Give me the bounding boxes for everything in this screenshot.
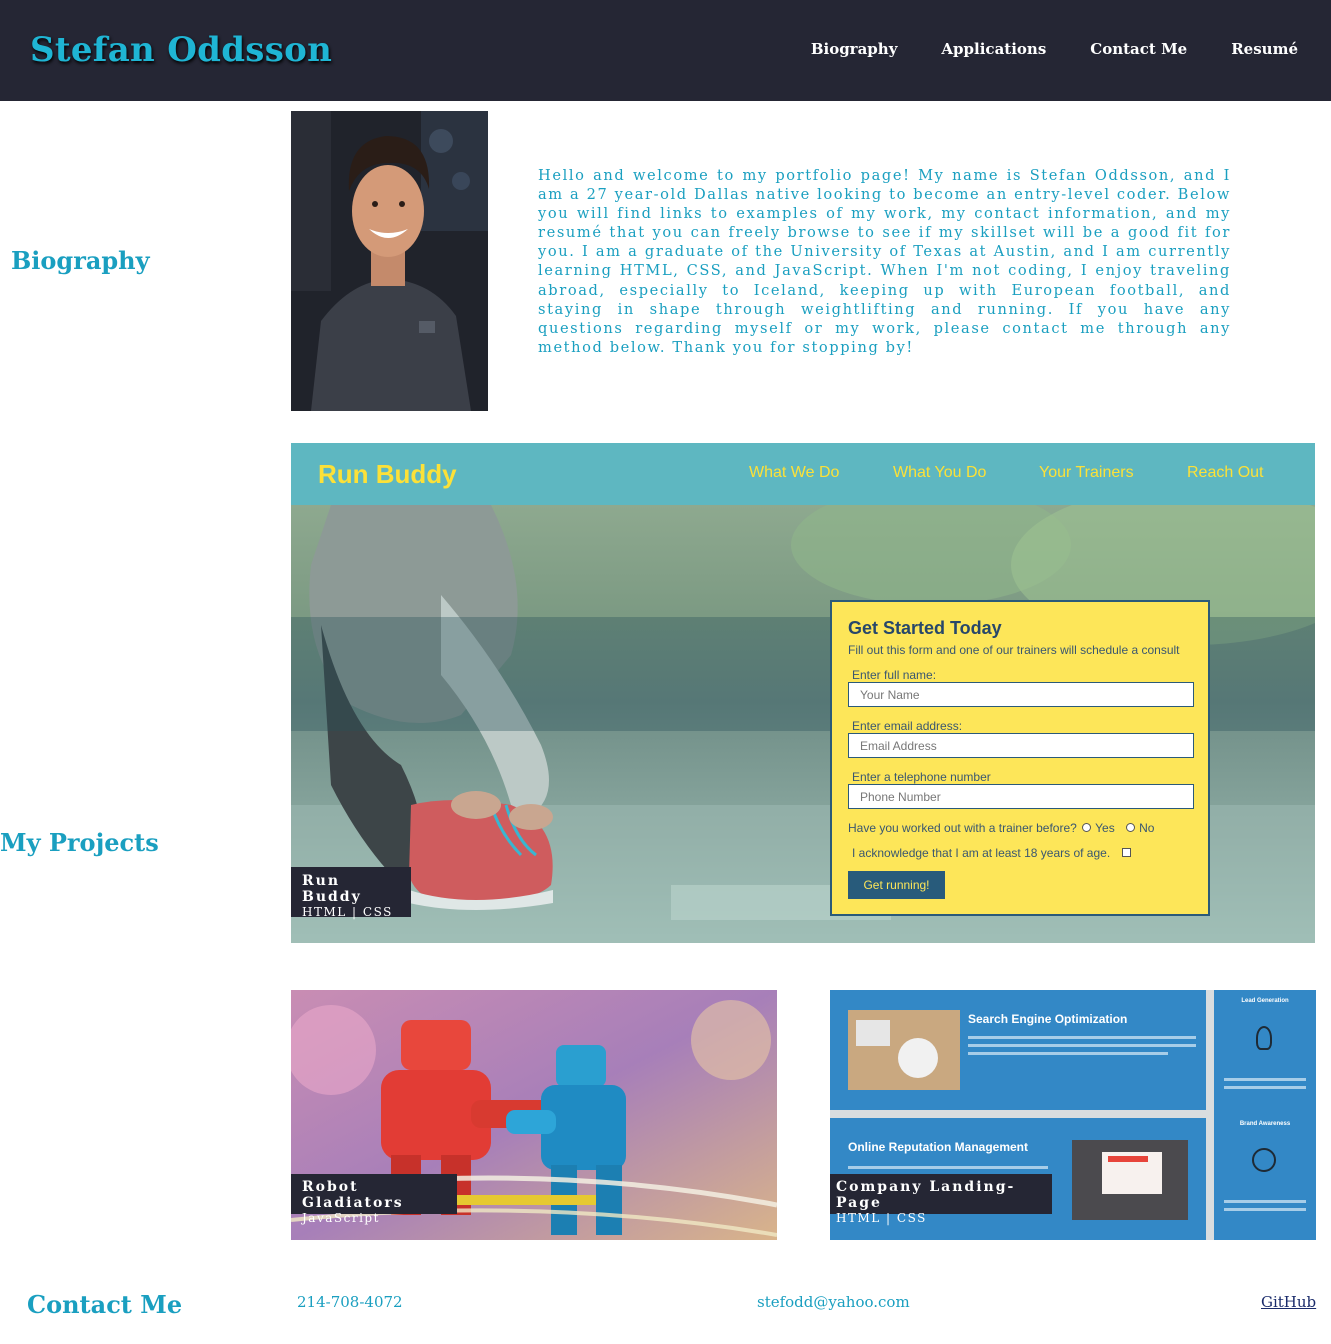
project-tech: HTML | CSS bbox=[302, 905, 393, 919]
run-buddy-hero-image: Get Started Today Fill out this form and… bbox=[291, 505, 1315, 943]
phone-label: Enter a telephone number bbox=[852, 770, 991, 784]
project-name: Robot Gladiators bbox=[302, 1179, 404, 1211]
radio-icon bbox=[1082, 823, 1092, 832]
project-card-run-buddy[interactable]: Run Buddy What We Do What You Do Your Tr… bbox=[291, 443, 1315, 943]
nav-link-applications[interactable]: Applications bbox=[941, 40, 1046, 58]
seo-panel: Search Engine Optimization bbox=[830, 990, 1206, 1110]
run-buddy-nav-item: Your Trainers bbox=[1039, 464, 1134, 481]
profile-photo-image bbox=[291, 111, 488, 411]
form-title: Get Started Today bbox=[848, 618, 1002, 638]
broadcast-icon bbox=[1252, 1148, 1276, 1172]
nav-link-biography[interactable]: Biography bbox=[811, 40, 898, 58]
contact-heading: Contact Me bbox=[27, 1290, 183, 1319]
orm-title: Online Reputation Management bbox=[848, 1140, 1029, 1154]
seo-title: Search Engine Optimization bbox=[968, 1012, 1128, 1026]
radio-icon bbox=[1126, 823, 1136, 832]
trainer-question-text: Have you worked out with a trainer befor… bbox=[848, 821, 1077, 835]
trainer-question: Have you worked out with a trainer befor… bbox=[848, 821, 1154, 835]
site-title: Stefan Oddsson bbox=[30, 30, 333, 70]
orm-thumbnail bbox=[1072, 1140, 1188, 1220]
phone-input-preview: Phone Number bbox=[848, 784, 1194, 809]
email-label: Enter email address: bbox=[852, 719, 963, 733]
run-buddy-form-preview: Get Started Today Fill out this form and… bbox=[830, 600, 1210, 916]
project-label[interactable]: Company Landing-Page HTML | CSS bbox=[830, 1174, 1052, 1225]
project-label[interactable]: Robot Gladiators JavaScript bbox=[291, 1174, 457, 1225]
get-running-button-preview: Get running! bbox=[848, 871, 945, 899]
name-label: Enter full name: bbox=[852, 668, 937, 682]
contact-email[interactable]: stefodd@yahoo.com bbox=[757, 1293, 910, 1311]
project-label[interactable]: Run Buddy HTML | CSS bbox=[291, 867, 411, 919]
run-buddy-nav-item: Reach Out bbox=[1187, 464, 1264, 481]
biography-heading: Biography bbox=[11, 246, 150, 275]
lightbulb-icon bbox=[1256, 1026, 1272, 1050]
projects-heading: My Projects bbox=[0, 828, 159, 857]
sidebar-panel: Lead Generation Brand Awareness bbox=[1214, 990, 1316, 1240]
project-tech: JavaScript bbox=[302, 1211, 380, 1225]
run-buddy-nav-item: What We Do bbox=[749, 464, 840, 481]
ack-text: I acknowledge that I am at least 18 year… bbox=[852, 846, 1111, 860]
project-card-robot-gladiators[interactable]: Robot Gladiators JavaScript bbox=[291, 990, 777, 1240]
project-name: Company Landing-Page bbox=[836, 1179, 1016, 1211]
run-buddy-preview-header: Run Buddy What We Do What You Do Your Tr… bbox=[291, 443, 1315, 505]
run-buddy-nav-item: What You Do bbox=[893, 464, 987, 481]
form-subtitle: Fill out this form and one of our traine… bbox=[848, 643, 1180, 657]
profile-photo bbox=[291, 111, 488, 411]
yes-label: Yes bbox=[1095, 821, 1115, 835]
age-acknowledgement: I acknowledge that I am at least 18 year… bbox=[852, 846, 1131, 860]
name-input-preview: Your Name bbox=[848, 682, 1194, 707]
github-link[interactable]: GitHub bbox=[1261, 1293, 1316, 1311]
nav-link-contact[interactable]: Contact Me bbox=[1090, 40, 1187, 58]
contact-phone[interactable]: 214-708-4072 bbox=[297, 1293, 403, 1311]
project-tech: HTML | CSS bbox=[836, 1211, 927, 1225]
brand-awareness-title: Brand Awareness bbox=[1239, 1121, 1291, 1127]
checkbox-icon bbox=[1121, 848, 1131, 857]
nav-link-resume[interactable]: Resumé bbox=[1231, 40, 1298, 58]
project-name: Run Buddy bbox=[302, 873, 362, 905]
seo-thumbnail bbox=[848, 1010, 960, 1090]
biography-text: Hello and welcome to my portfolio page! … bbox=[538, 167, 1231, 356]
site-header: Stefan Oddsson Biography Applications Co… bbox=[0, 0, 1331, 101]
main-nav: Biography Applications Contact Me Resumé bbox=[767, 40, 1298, 58]
no-label: No bbox=[1139, 821, 1155, 835]
lead-generation-title: Lead Generation bbox=[1241, 998, 1289, 1004]
project-card-company-landing-page[interactable]: Search Engine Optimization Online Reputa… bbox=[830, 990, 1316, 1240]
run-buddy-logo: Run Buddy bbox=[318, 459, 457, 489]
email-input-preview: Email Address bbox=[848, 733, 1194, 758]
